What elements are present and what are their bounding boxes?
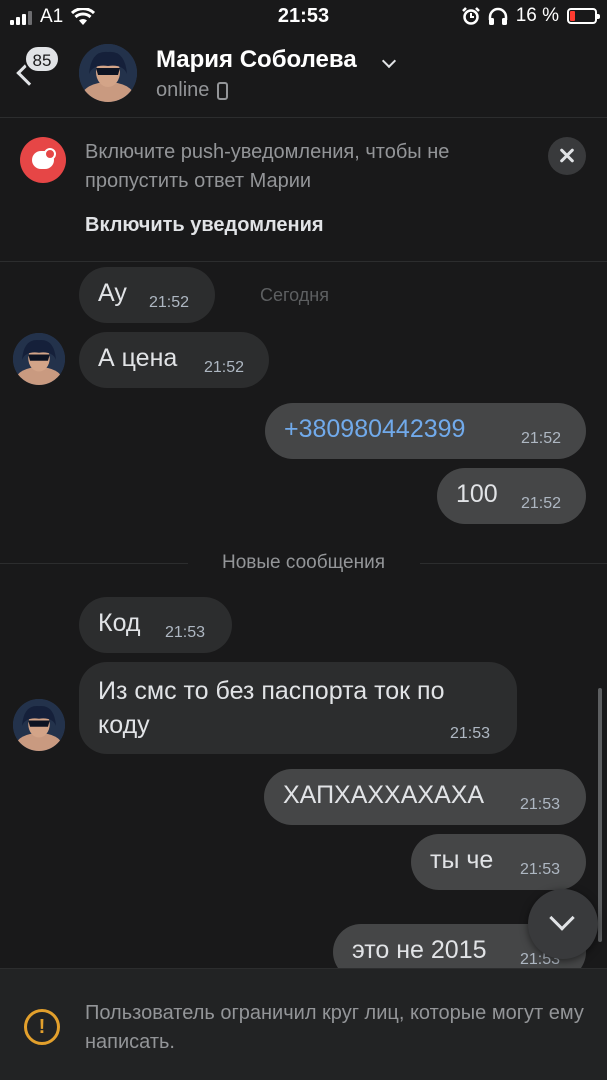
scrollbar[interactable] <box>598 688 602 942</box>
contact-avatar[interactable] <box>79 44 137 102</box>
message-text: это не 2015 <box>352 936 487 964</box>
message-bubble[interactable]: ты че 21:53 <box>411 834 586 890</box>
message-text: ты че <box>430 846 494 874</box>
contact-name[interactable]: Мария Соболева <box>156 46 357 74</box>
message-time: 21:52 <box>149 294 190 311</box>
message-text: Ау <box>98 279 127 307</box>
chat-header: 85 Мария Соболева online <box>0 34 607 118</box>
status-bar: A1 21:53 16 % <box>0 0 607 34</box>
message-text: Из смс то без паспорта ток по коду <box>98 677 445 739</box>
message-time: 21:53 <box>520 796 561 813</box>
message-time: 21:53 <box>450 725 491 742</box>
restriction-text: Пользователь ограничил круг лиц, которые… <box>85 1002 584 1053</box>
mobile-phone-icon <box>217 81 229 100</box>
phone-number-link[interactable]: +380980442399 <box>284 415 465 444</box>
message-bubble[interactable]: Код 21:53 <box>79 597 232 653</box>
push-notification-banner: Включите push-уведомления, чтобы не проп… <box>0 118 607 262</box>
alarm-icon <box>461 7 480 25</box>
message-time: 21:52 <box>521 495 562 512</box>
push-banner-text: Включите push-уведомления, чтобы не проп… <box>85 141 450 192</box>
warning-icon: ! <box>24 1009 60 1045</box>
sender-avatar[interactable] <box>13 699 65 751</box>
close-icon[interactable] <box>548 137 586 175</box>
message-bubble[interactable]: 100 21:52 <box>437 468 586 524</box>
date-separator: Сегодня <box>260 285 329 305</box>
status-right: 16 % <box>461 5 600 27</box>
presence-text: online <box>156 79 210 101</box>
sender-avatar[interactable] <box>13 333 65 385</box>
unread-count-badge: 85 <box>24 45 60 73</box>
message-bubble[interactable]: +380980442399 21:52 <box>265 403 586 459</box>
battery-charging-icon <box>567 8 600 24</box>
message-time: 21:53 <box>165 624 206 641</box>
scroll-to-bottom-button[interactable] <box>528 889 598 959</box>
message-text: ХАПХАХХАХАХА <box>283 781 485 809</box>
message-text: Код <box>98 609 141 637</box>
message-text: 100 <box>456 480 498 508</box>
enable-notifications-button[interactable]: Включить уведомления <box>85 214 324 237</box>
message-bubble[interactable]: А цена 21:52 <box>79 332 269 388</box>
message-time: 21:53 <box>520 861 561 878</box>
chevron-down-icon <box>549 905 575 931</box>
message-time: 21:52 <box>204 359 245 376</box>
divider-right <box>420 563 607 564</box>
message-time: 21:52 <box>521 430 562 447</box>
battery-percent: 16 % <box>515 5 559 26</box>
message-bubble[interactable]: Ау 21:52 <box>79 267 215 323</box>
chevron-down-icon[interactable] <box>381 53 397 69</box>
message-bubble[interactable]: ХАПХАХХАХАХА 21:53 <box>264 769 586 825</box>
message-text: А цена <box>98 344 178 372</box>
notification-bell-icon <box>20 137 66 183</box>
message-bubble[interactable]: Из смс то без паспорта ток по коду 21:53 <box>79 662 517 754</box>
messaging-restricted-notice: ! Пользователь ограничил круг лиц, котор… <box>0 968 607 1080</box>
presence-status: online <box>156 79 229 102</box>
headphones-icon <box>488 7 507 25</box>
